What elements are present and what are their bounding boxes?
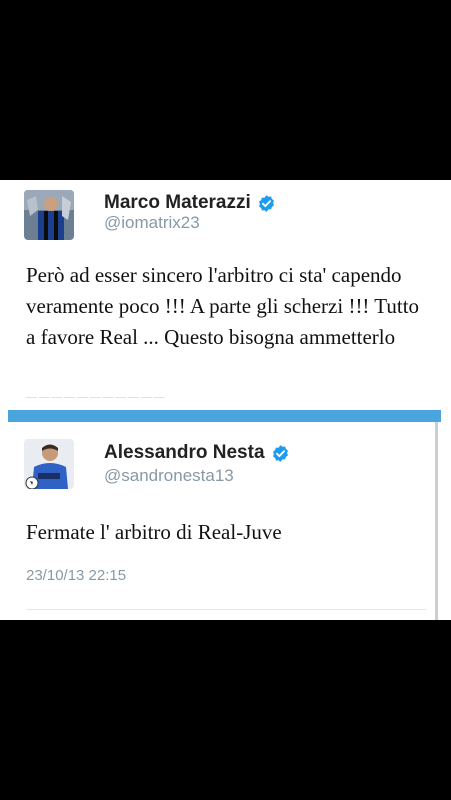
player-photo-icon <box>24 439 74 489</box>
tweet-text: Fermate l' arbitro di Real-Juve <box>26 520 282 544</box>
tweet-card-materazzi[interactable]: Marco Materazzi @iomatrix23 Però ad esse… <box>0 180 451 410</box>
player-photo-icon <box>24 190 74 240</box>
avatar[interactable] <box>24 439 74 489</box>
author-name-row: Alessandro Nesta <box>104 442 290 464</box>
quote-separator-bar <box>8 410 441 422</box>
tweet-card-nesta[interactable]: Alessandro Nesta @sandronesta13 Fermate … <box>0 422 451 620</box>
author-display-name[interactable]: Marco Materazzi <box>104 192 251 214</box>
screenshot-content: Marco Materazzi @iomatrix23 Però ad esse… <box>0 180 451 620</box>
tweet-timestamp[interactable]: 23/10/13 22:15 <box>26 567 126 584</box>
verified-badge-icon <box>272 444 288 462</box>
author-handle[interactable]: @iomatrix23 <box>104 213 200 233</box>
cropped-timestamp: ▁▁▁▁▁▁▁▁▁▁▁ <box>26 390 176 398</box>
verified-badge-icon <box>258 194 274 212</box>
cropped-timestamp-glyphs: ▁▁▁▁▁▁▁▁▁▁▁ <box>26 390 167 398</box>
divider <box>26 609 426 610</box>
author-display-name[interactable]: Alessandro Nesta <box>104 442 265 464</box>
author-name-row: Marco Materazzi <box>104 192 276 214</box>
avatar[interactable] <box>24 190 74 240</box>
tweet-text: Però ad esser sincero l'arbitro ci sta' … <box>26 263 420 349</box>
author-handle[interactable]: @sandronesta13 <box>104 466 234 486</box>
